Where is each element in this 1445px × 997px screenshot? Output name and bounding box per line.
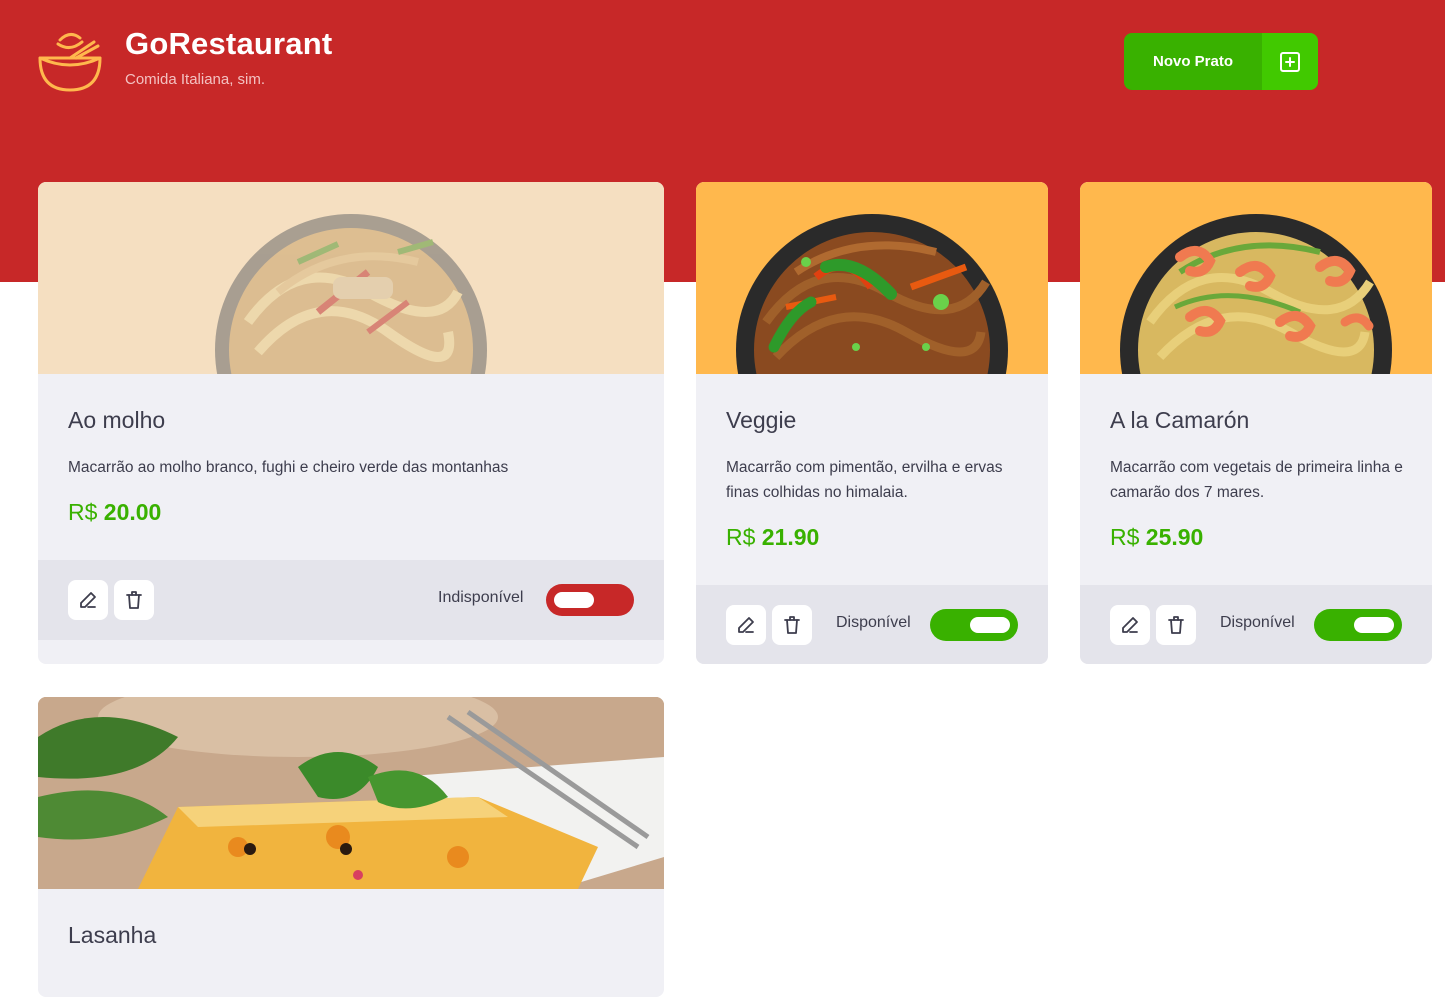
availability-label: Disponível [836, 614, 911, 631]
dish-card-footer: Disponível [696, 585, 1048, 664]
toggle-knob [970, 617, 1010, 633]
toggle-knob [554, 592, 594, 608]
dish-name: A la Camarón [1110, 407, 1250, 433]
trash-icon [126, 591, 142, 609]
dish-name: Veggie [726, 407, 797, 433]
dish-card-footer: Indisponível [38, 560, 664, 640]
edit-button[interactable] [726, 605, 766, 645]
dish-price: R$ 21.90 [726, 524, 819, 551]
price-value: 20.00 [103, 499, 162, 525]
app-title: GoRestaurant [125, 26, 333, 61]
price-value: 25.90 [1145, 524, 1204, 550]
edit-button[interactable] [68, 580, 108, 620]
dish-card-footer: Disponível [1080, 585, 1432, 664]
availability-label: Indisponível [438, 589, 524, 606]
trash-icon [1168, 616, 1184, 634]
dish-price: R$ 25.90 [1110, 524, 1203, 551]
dish-image [38, 182, 664, 374]
dish-image [696, 182, 1048, 374]
delete-button[interactable] [772, 605, 812, 645]
dish-image [1080, 182, 1432, 374]
bowl-icon [38, 33, 102, 92]
dish-description: Macarrão ao molho branco, fughi e cheiro… [68, 459, 509, 476]
toggle-knob [1354, 617, 1394, 633]
plus-square-icon [1262, 33, 1318, 90]
delete-button[interactable] [1156, 605, 1196, 645]
pencil-icon [738, 617, 754, 633]
app-subtitle: Comida Italiana, sim. [125, 71, 266, 88]
dish-description: Macarrão com vegetais de primeira linha … [1110, 459, 1403, 501]
delete-button[interactable] [114, 580, 154, 620]
pencil-icon [1122, 617, 1138, 633]
dish-card-a-la-camaron: A la Camarón Macarrão com vegetais de pr… [1080, 182, 1432, 664]
new-dish-label: Novo Prato [1124, 33, 1262, 90]
dish-description: Macarrão com pimentão, ervilha e ervas f… [726, 459, 1003, 501]
dish-price: R$ 20.00 [68, 499, 161, 526]
availability-toggle[interactable] [1314, 609, 1402, 641]
trash-icon [784, 616, 800, 634]
new-dish-button[interactable]: Novo Prato [1124, 33, 1318, 90]
availability-label: Disponível [1220, 614, 1295, 631]
price-currency: R$ [1110, 524, 1140, 550]
availability-toggle[interactable] [930, 609, 1018, 641]
dish-name: Lasanha [68, 922, 157, 948]
price-value: 21.90 [761, 524, 820, 550]
dish-image [38, 697, 664, 889]
dish-card-ao-molho: Ao molho Macarrão ao molho branco, fughi… [38, 182, 664, 664]
dish-name: Ao molho [68, 407, 166, 433]
dish-card-lasanha: Lasanha [38, 697, 664, 997]
price-currency: R$ [68, 499, 98, 525]
pencil-icon [80, 592, 96, 608]
dish-card-veggie: Veggie Macarrão com pimentão, ervilha e … [696, 182, 1048, 664]
price-currency: R$ [726, 524, 756, 550]
availability-toggle[interactable] [546, 584, 634, 616]
edit-button[interactable] [1110, 605, 1150, 645]
